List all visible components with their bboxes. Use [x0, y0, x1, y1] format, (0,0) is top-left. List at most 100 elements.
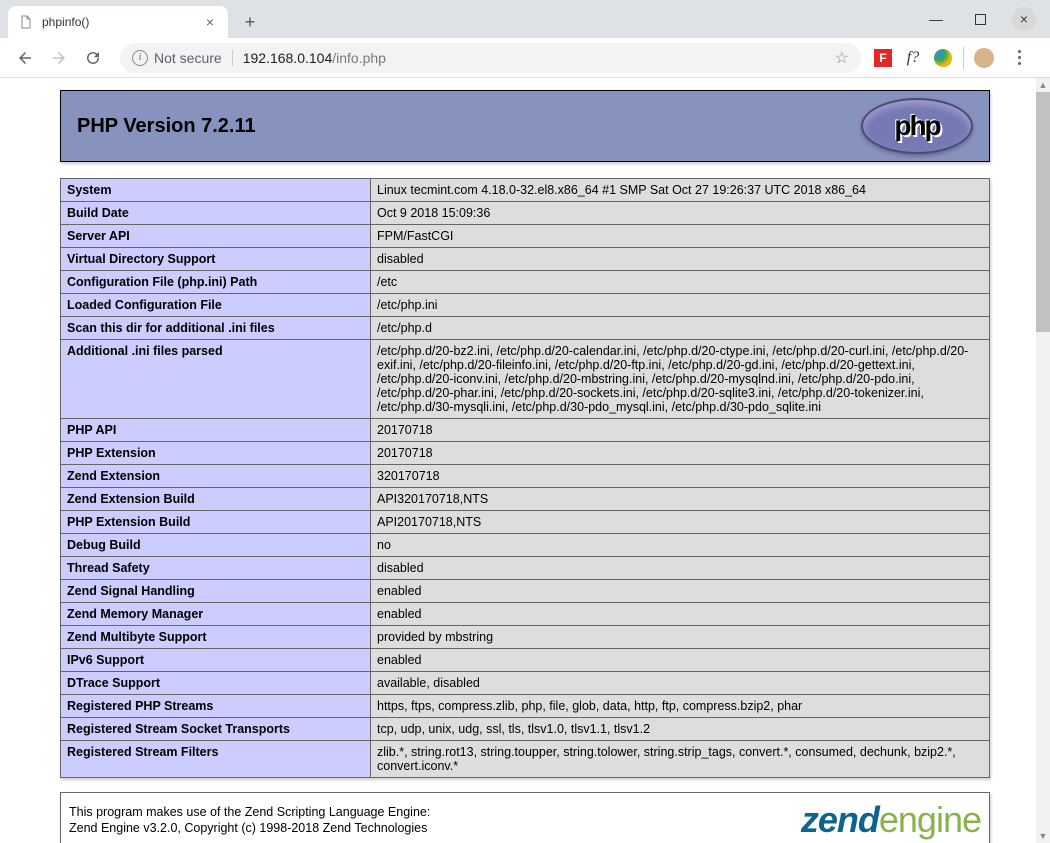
scrollbar[interactable]: ▲ ▼ — [1036, 78, 1050, 843]
table-row: Registered PHP Streamshttps, ftps, compr… — [61, 695, 990, 718]
zend-logo-part2: engine — [879, 799, 981, 840]
tab-title: phpinfo() — [42, 15, 194, 29]
info-key: PHP Extension — [61, 442, 371, 465]
table-row: Scan this dir for additional .ini files/… — [61, 317, 990, 340]
tabs-row: phpinfo() × + — × — [0, 0, 1050, 38]
maximize-button[interactable] — [958, 4, 1002, 34]
info-value: /etc/php.ini — [371, 294, 990, 317]
viewport: PHP Version 7.2.11 php SystemLinux tecmi… — [0, 78, 1050, 843]
flipboard-icon[interactable]: F — [873, 48, 893, 68]
php-logo: php — [861, 98, 973, 154]
info-key: Debug Build — [61, 534, 371, 557]
zend-box: This program makes use of the Zend Scrip… — [60, 792, 990, 843]
info-value: disabled — [371, 248, 990, 271]
address-bar-row: i Not secure 192.168.0.104/info.php ☆ F … — [0, 38, 1050, 78]
window-controls: — × — [914, 4, 1046, 34]
not-secure-label: Not secure — [154, 50, 222, 66]
info-value: 320170718 — [371, 465, 990, 488]
bookmark-icon[interactable]: ☆ — [835, 48, 849, 68]
info-value: https, ftps, compress.zlib, php, file, g… — [371, 695, 990, 718]
table-row: IPv6 Supportenabled — [61, 649, 990, 672]
info-key: System — [61, 179, 371, 202]
info-value: tcp, udp, unix, udg, ssl, tls, tlsv1.0, … — [371, 718, 990, 741]
info-key: Configuration File (php.ini) Path — [61, 271, 371, 294]
info-key: Build Date — [61, 202, 371, 225]
zend-text: This program makes use of the Zend Scrip… — [69, 804, 430, 837]
table-row: Debug Buildno — [61, 534, 990, 557]
phpinfo-container: PHP Version 7.2.11 php SystemLinux tecmi… — [60, 90, 990, 843]
info-key: IPv6 Support — [61, 649, 371, 672]
table-row: Zend Extension320170718 — [61, 465, 990, 488]
extension-icon[interactable]: f? — [903, 48, 923, 68]
table-row: Thread Safetydisabled — [61, 557, 990, 580]
site-info[interactable]: i Not secure — [132, 50, 233, 66]
phpinfo-header: PHP Version 7.2.11 php — [60, 90, 990, 162]
php-logo-text: php — [894, 110, 939, 142]
info-value: /etc/php.d/20-bz2.ini, /etc/php.d/20-cal… — [371, 340, 990, 419]
url-host: 192.168.0.104 — [243, 50, 333, 66]
info-value: provided by mbstring — [371, 626, 990, 649]
info-value: FPM/FastCGI — [371, 225, 990, 248]
info-value: enabled — [371, 649, 990, 672]
info-key: Zend Memory Manager — [61, 603, 371, 626]
info-value: disabled — [371, 557, 990, 580]
table-row: PHP Extension20170718 — [61, 442, 990, 465]
page-content[interactable]: PHP Version 7.2.11 php SystemLinux tecmi… — [0, 78, 1050, 843]
back-button[interactable] — [10, 43, 40, 73]
table-row: Registered Stream Socket Transportstcp, … — [61, 718, 990, 741]
phpinfo-table: SystemLinux tecmint.com 4.18.0-32.el8.x8… — [60, 178, 990, 778]
info-key: PHP Extension Build — [61, 511, 371, 534]
info-value: Oct 9 2018 15:09:36 — [371, 202, 990, 225]
scroll-down-icon[interactable]: ▼ — [1036, 829, 1050, 843]
info-key: Registered Stream Socket Transports — [61, 718, 371, 741]
profile-avatar[interactable] — [974, 48, 994, 68]
info-key: Zend Extension Build — [61, 488, 371, 511]
info-key: Server API — [61, 225, 371, 248]
table-row: Zend Multibyte Supportprovided by mbstri… — [61, 626, 990, 649]
close-icon[interactable]: × — [202, 14, 218, 30]
table-row: Build DateOct 9 2018 15:09:36 — [61, 202, 990, 225]
close-button[interactable]: × — [1002, 4, 1046, 34]
address-bar[interactable]: i Not secure 192.168.0.104/info.php ☆ — [120, 43, 861, 73]
info-value: 20170718 — [371, 419, 990, 442]
table-row: Zend Memory Managerenabled — [61, 603, 990, 626]
minimize-button[interactable]: — — [914, 4, 958, 34]
info-value: enabled — [371, 603, 990, 626]
zend-line1: This program makes use of the Zend Scrip… — [69, 804, 430, 820]
scroll-up-icon[interactable]: ▲ — [1036, 78, 1050, 92]
info-value: Linux tecmint.com 4.18.0-32.el8.x86_64 #… — [371, 179, 990, 202]
info-key: Registered Stream Filters — [61, 741, 371, 778]
forward-button[interactable] — [44, 43, 74, 73]
scroll-thumb[interactable] — [1036, 92, 1050, 332]
info-value: API20170718,NTS — [371, 511, 990, 534]
info-value: API320170718,NTS — [371, 488, 990, 511]
info-key: Scan this dir for additional .ini files — [61, 317, 371, 340]
info-key: Additional .ini files parsed — [61, 340, 371, 419]
reload-button[interactable] — [78, 43, 108, 73]
browser-tab[interactable]: phpinfo() × — [8, 6, 228, 38]
info-icon: i — [132, 50, 148, 66]
table-row: Configuration File (php.ini) Path/etc — [61, 271, 990, 294]
info-value: available, disabled — [371, 672, 990, 695]
info-value: 20170718 — [371, 442, 990, 465]
table-row: Registered Stream Filterszlib.*, string.… — [61, 741, 990, 778]
url-path: /info.php — [332, 50, 386, 66]
page-icon — [18, 14, 34, 30]
info-value: /etc — [371, 271, 990, 294]
php-version-title: PHP Version 7.2.11 — [77, 115, 861, 138]
table-row: Zend Signal Handlingenabled — [61, 580, 990, 603]
info-key: Zend Extension — [61, 465, 371, 488]
info-value: enabled — [371, 580, 990, 603]
info-key: Loaded Configuration File — [61, 294, 371, 317]
new-tab-button[interactable]: + — [236, 8, 264, 36]
table-row: Additional .ini files parsed/etc/php.d/2… — [61, 340, 990, 419]
extensions-row: F f? — [873, 47, 1040, 69]
browser-chrome: phpinfo() × + — × i Not secure 19 — [0, 0, 1050, 78]
info-key: DTrace Support — [61, 672, 371, 695]
info-key: PHP API — [61, 419, 371, 442]
info-key: Virtual Directory Support — [61, 248, 371, 271]
chrome-extension-icon[interactable] — [933, 48, 953, 68]
table-row: PHP Extension BuildAPI20170718,NTS — [61, 511, 990, 534]
menu-button[interactable] — [1004, 50, 1034, 65]
table-row: Server APIFPM/FastCGI — [61, 225, 990, 248]
